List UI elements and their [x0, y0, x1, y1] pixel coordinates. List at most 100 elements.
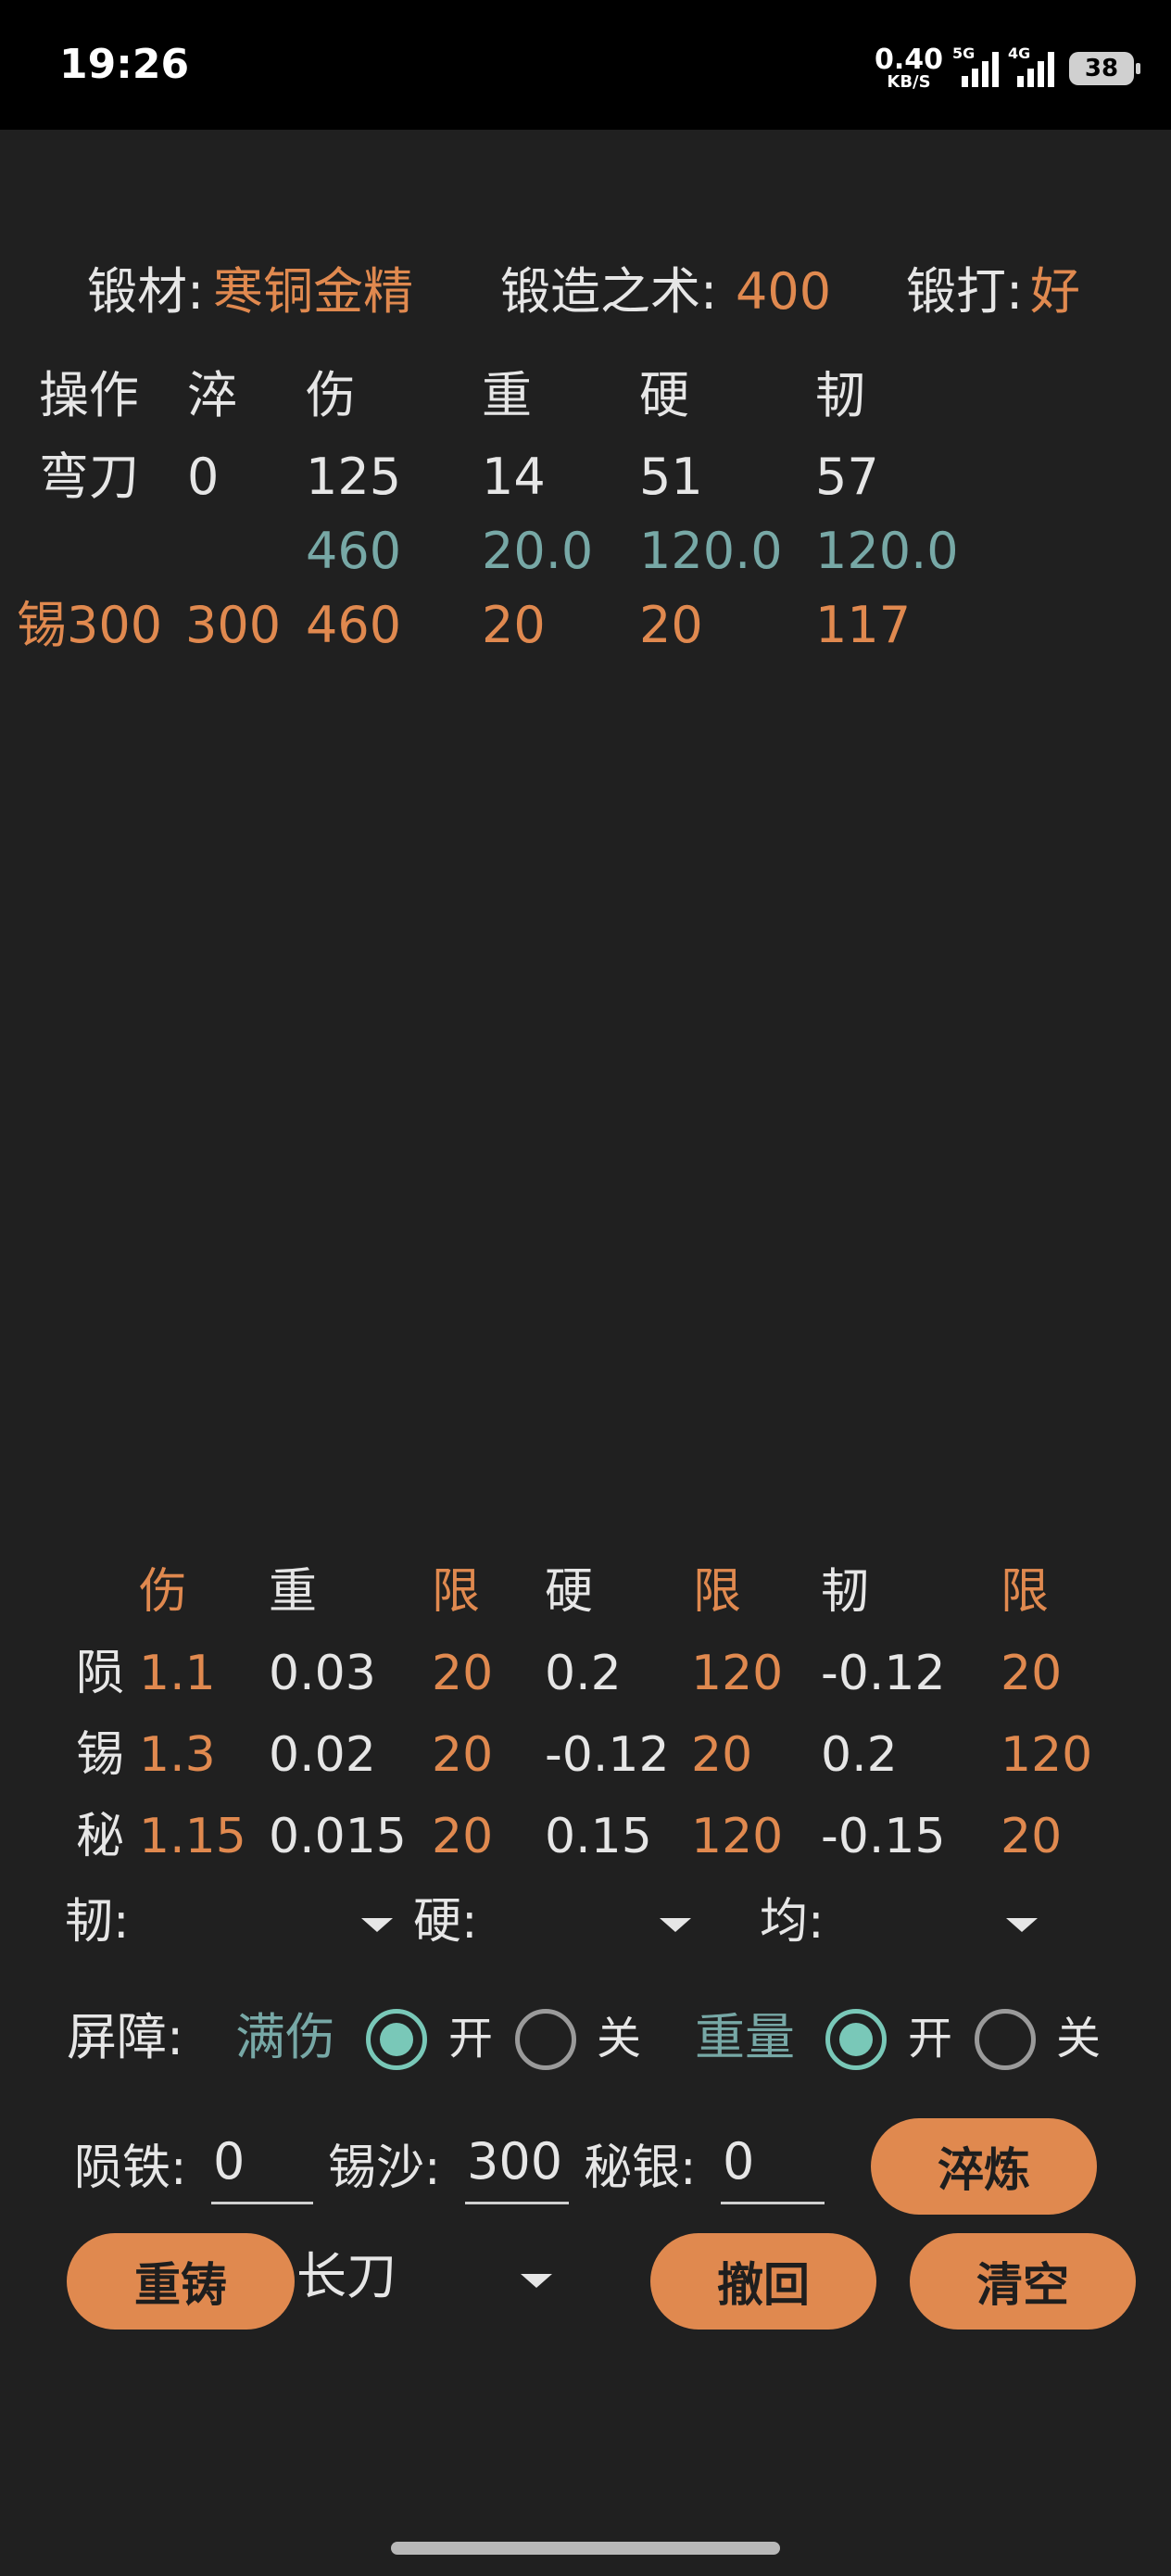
coef-cell: 1.15 — [139, 1809, 246, 1864]
log-header-quench: 淬 — [187, 366, 237, 424]
coef-row-name: 秘 — [76, 1809, 125, 1864]
weapon-select-value: 长刀 — [296, 2247, 397, 2305]
op-cell: 锡300 — [17, 596, 163, 654]
undo-button[interactable]: 撤回 — [650, 2233, 876, 2330]
meteor-iron-label: 陨铁: — [74, 2140, 187, 2196]
log-header-weight: 重 — [482, 366, 532, 424]
coef-cell: 20 — [432, 1727, 494, 1783]
signal-5g-icon: 5G — [952, 44, 999, 87]
coef-header: 硬 — [545, 1564, 594, 1620]
material-value: 寒铜金精 — [213, 262, 413, 321]
coef-header: 重 — [269, 1564, 318, 1620]
full-damage-off-radio[interactable] — [515, 2009, 576, 2070]
op-cell: 300 — [185, 596, 282, 654]
coef-cell: -0.12 — [821, 1646, 946, 1701]
coef-cell: 20 — [1001, 1809, 1063, 1864]
forge-value: 好 — [1030, 262, 1080, 321]
meteor-iron-input[interactable]: 0 — [211, 2137, 313, 2204]
op-cell: 460 — [306, 596, 402, 654]
chevron-down-icon — [660, 1918, 691, 1932]
op-cell: 20 — [639, 596, 703, 654]
coef-cell: -0.12 — [545, 1727, 670, 1783]
weight-on-radio[interactable] — [825, 2009, 887, 2070]
limit-cell: 120.0 — [815, 522, 959, 580]
weight-off-label: 关 — [1056, 2013, 1102, 2065]
op-cell: 117 — [815, 596, 912, 654]
coef-header: 韧 — [821, 1564, 870, 1620]
coef-cell: 0.15 — [545, 1809, 652, 1864]
network-speed-unit: KB/S — [887, 72, 931, 92]
weight-off-radio[interactable] — [975, 2009, 1036, 2070]
tin-sand-value: 300 — [467, 2132, 563, 2191]
log-cell: 57 — [815, 448, 879, 506]
mithril-input[interactable]: 0 — [721, 2137, 825, 2204]
full-damage-off-label: 关 — [597, 2013, 642, 2065]
hardness-dropdown-label: 硬: — [413, 1894, 478, 1950]
log-header-damage: 伤 — [306, 366, 356, 424]
weight-label: 重量 — [695, 2008, 795, 2066]
log-cell: 14 — [482, 448, 546, 506]
coef-cell: 0.03 — [269, 1646, 376, 1701]
log-cell: 125 — [306, 448, 402, 506]
op-cell: 20 — [482, 596, 546, 654]
coef-header: 限 — [432, 1564, 481, 1620]
coef-row-name: 锡 — [76, 1727, 125, 1783]
skill-label: 锻造之术: — [500, 262, 718, 321]
coef-row-name: 陨 — [76, 1646, 125, 1701]
coef-header: 伤 — [139, 1564, 188, 1620]
coef-cell: 0.2 — [545, 1646, 622, 1701]
coef-cell: 20 — [432, 1809, 494, 1864]
coef-cell: 0.2 — [821, 1727, 898, 1783]
mithril-value: 0 — [723, 2132, 755, 2191]
signal-4g-icon: 4G — [1008, 44, 1054, 87]
coef-cell: 120 — [1001, 1727, 1093, 1783]
signal-4g-label: 4G — [1008, 44, 1031, 62]
coef-cell: 1.3 — [139, 1727, 216, 1783]
forge-label: 锻打: — [906, 262, 1024, 321]
status-bar: 19:26 0.40 KB/S 5G 4G 38 — [0, 0, 1171, 130]
tin-sand-input[interactable]: 300 — [465, 2137, 569, 2204]
balance-dropdown[interactable]: 均: — [760, 1898, 1047, 1953]
quench-button[interactable]: 淬炼 — [871, 2118, 1097, 2215]
log-cell: 弯刀 — [39, 448, 139, 506]
coef-cell: 120 — [691, 1809, 784, 1864]
meteor-iron-value: 0 — [213, 2132, 246, 2191]
weapon-select[interactable]: 长刀 — [296, 2252, 565, 2307]
gesture-bar[interactable] — [391, 2542, 780, 2555]
coef-cell: 20 — [1001, 1646, 1063, 1701]
coef-cell: 1.1 — [139, 1646, 216, 1701]
chevron-down-icon — [1006, 1918, 1038, 1932]
chevron-down-icon — [361, 1918, 393, 1932]
coef-cell: 0.02 — [269, 1727, 376, 1783]
log-cell: 0 — [187, 448, 220, 506]
mithril-label: 秘银: — [584, 2140, 697, 2196]
hardness-dropdown[interactable]: 硬: — [413, 1898, 700, 1953]
log-header-hardness: 硬 — [639, 366, 689, 424]
coef-cell: 0.015 — [269, 1809, 407, 1864]
battery-level: 38 — [1084, 55, 1119, 82]
coef-cell: -0.15 — [821, 1809, 946, 1864]
coef-cell: 20 — [432, 1646, 494, 1701]
network-speed-value: 0.40 — [874, 44, 943, 76]
limit-cell: 20.0 — [482, 522, 594, 580]
log-header-toughness: 韧 — [815, 366, 865, 424]
full-damage-on-radio[interactable] — [366, 2009, 427, 2070]
chevron-down-icon — [521, 2274, 552, 2288]
limit-cell: 460 — [306, 522, 402, 580]
coef-cell: 120 — [691, 1646, 784, 1701]
toughness-dropdown[interactable]: 韧: — [65, 1898, 408, 1953]
toughness-dropdown-label: 韧: — [65, 1894, 130, 1950]
balance-dropdown-label: 均: — [760, 1894, 825, 1950]
limit-cell: 120.0 — [639, 522, 783, 580]
status-time: 19:26 — [59, 41, 190, 88]
weight-on-label: 开 — [908, 2013, 953, 2065]
coef-header: 限 — [693, 1564, 742, 1620]
recast-button[interactable]: 重铸 — [67, 2233, 295, 2330]
log-cell: 51 — [639, 448, 703, 506]
tin-sand-label: 锡沙: — [328, 2140, 441, 2196]
status-icons: 0.40 KB/S 5G 4G 38 — [875, 41, 1140, 96]
clear-button[interactable]: 清空 — [910, 2233, 1136, 2330]
coef-header: 限 — [1001, 1564, 1050, 1620]
network-speed: 0.40 KB/S — [875, 46, 943, 91]
full-damage-on-label: 开 — [448, 2013, 494, 2065]
